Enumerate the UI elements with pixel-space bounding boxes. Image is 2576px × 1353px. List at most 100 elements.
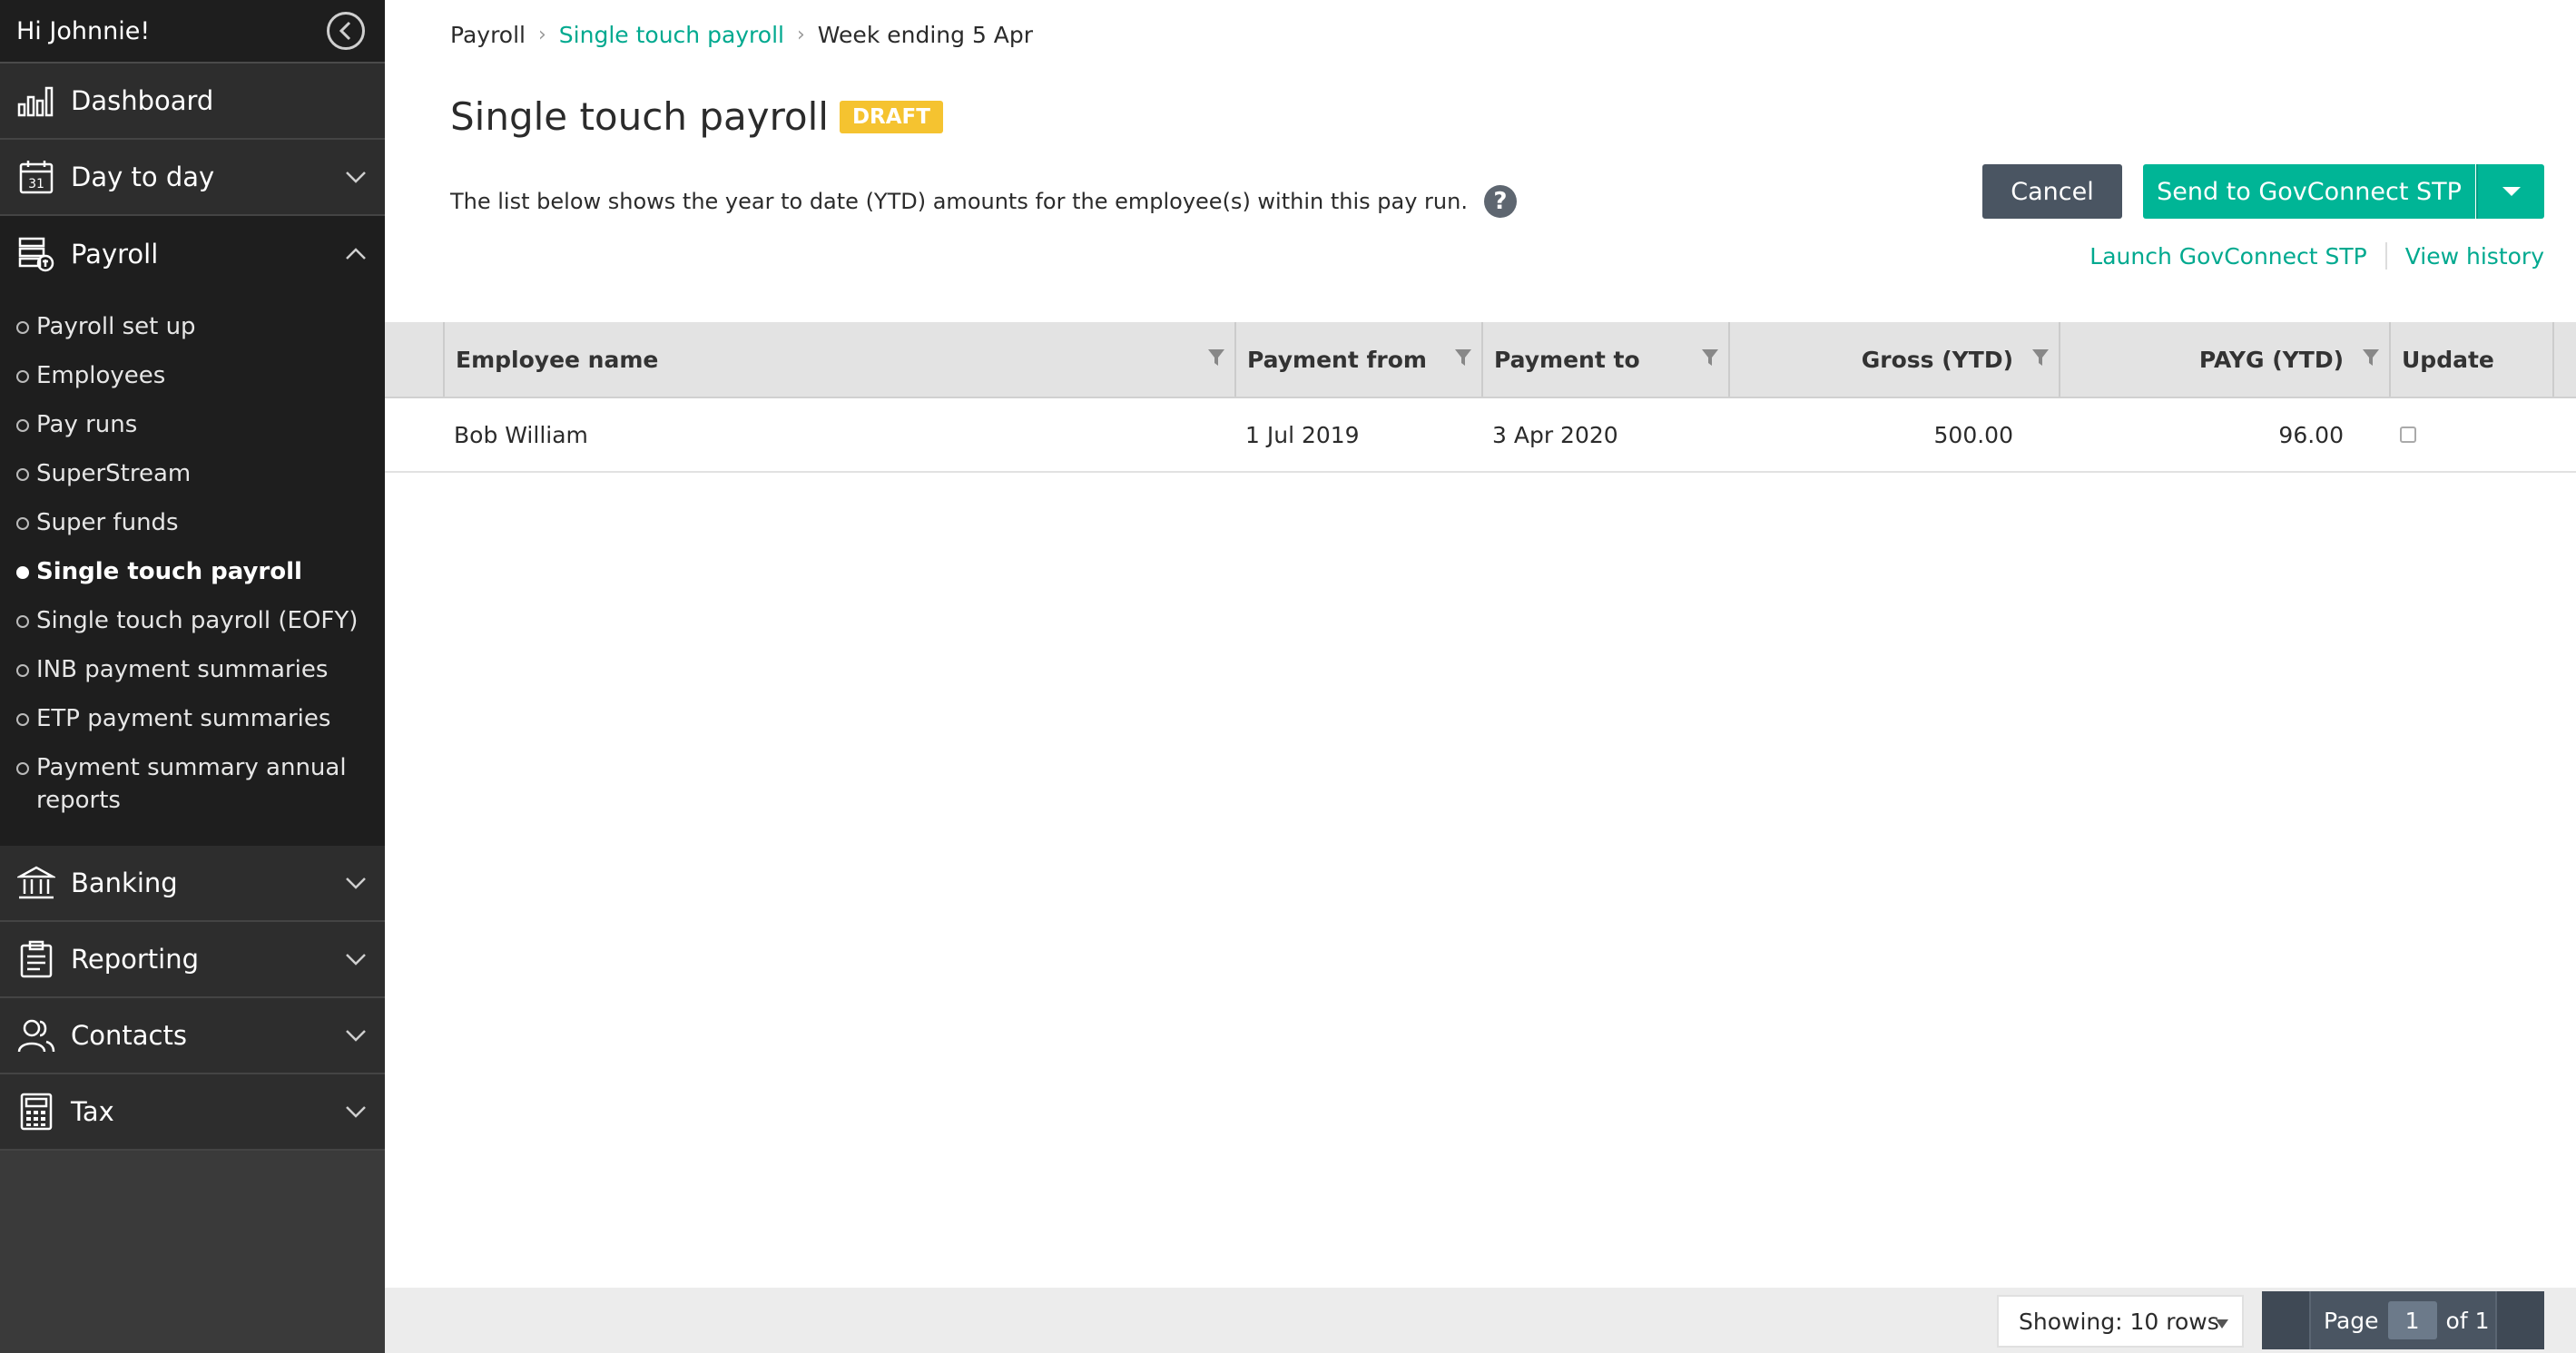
greeting: Hi Johnnie! [16, 16, 151, 45]
calculator-icon [16, 1092, 56, 1132]
bullet-icon [16, 370, 29, 383]
rows-per-page-select[interactable]: Showing: 10 rows [1997, 1295, 2244, 1348]
page-header: Single touch payroll DRAFT [450, 94, 943, 139]
bullet-icon [16, 517, 29, 530]
filter-icon[interactable] [1701, 348, 1719, 368]
breadcrumb-current: Week ending 5 Apr [817, 22, 1034, 48]
column-header-payment-to[interactable]: Payment to [1481, 322, 1728, 397]
sidebar-label-reporting: Reporting [71, 944, 199, 975]
bullet-icon [16, 762, 29, 775]
breadcrumb-link-single-touch-payroll[interactable]: Single touch payroll [559, 22, 784, 48]
sidebar-label-banking: Banking [71, 868, 178, 898]
launch-govconnect-link[interactable]: Launch GovConnect STP [2089, 243, 2366, 270]
sidebar-item-day-to-day[interactable]: 31 Day to day [0, 140, 385, 216]
rows-per-page-value: Showing: 10 rows [2019, 1308, 2219, 1335]
sidebar: Hi Johnnie! Dashboard 31 Day to day Payr… [0, 0, 385, 1353]
payroll-icon [16, 234, 56, 274]
send-options-dropdown-button[interactable] [2476, 164, 2544, 219]
sidebar-subitem-etp-payment-summaries[interactable]: ETP payment summaries [0, 702, 385, 751]
page-total: of 1 [2445, 1307, 2490, 1334]
column-header-payg-ytd[interactable]: PAYG (YTD) [2059, 322, 2389, 397]
sidebar-subitem-inb-payment-summaries[interactable]: INB payment summaries [0, 653, 385, 702]
clipboard-icon [16, 939, 56, 979]
filter-icon[interactable] [1454, 348, 1472, 368]
sidebar-label-tax: Tax [71, 1096, 114, 1127]
bullet-icon [16, 615, 29, 628]
cell-payment-from: 1 Jul 2019 [1245, 421, 1360, 448]
bullet-icon [16, 419, 29, 432]
view-history-link[interactable]: View history [2405, 243, 2544, 270]
sidebar-item-payroll[interactable]: Payroll [0, 216, 385, 292]
caret-down-icon [2216, 1319, 2228, 1328]
sidebar-label-dashboard: Dashboard [71, 85, 214, 116]
chevron-down-icon [343, 1023, 369, 1048]
page-description: The list below shows the year to date (Y… [450, 185, 1517, 218]
bullet-icon [16, 566, 29, 579]
filter-icon[interactable] [2362, 348, 2380, 368]
cell-payment-to: 3 Apr 2020 [1492, 421, 1618, 448]
sidebar-item-dashboard[interactable]: Dashboard [0, 64, 385, 140]
bullet-icon [16, 664, 29, 677]
sidebar-subitem-single-touch-payroll-eofy[interactable]: Single touch payroll (EOFY) [0, 604, 385, 653]
chevron-right-icon: › [796, 24, 805, 46]
svg-text:31: 31 [28, 177, 44, 191]
sidebar-subitem-pay-runs[interactable]: Pay runs [0, 408, 385, 457]
cell-gross-ytd: 500.00 [1933, 421, 2013, 448]
bullet-icon [16, 321, 29, 334]
row-spacer [385, 398, 443, 471]
column-header-payment-from[interactable]: Payment from [1234, 322, 1481, 397]
cell-update [2389, 398, 2554, 471]
chevron-down-icon [343, 164, 369, 190]
bullet-icon [16, 713, 29, 726]
next-page-button[interactable] [2495, 1291, 2544, 1349]
sidebar-subitem-payment-summary-annual-reports[interactable]: Payment summary annual reports [0, 751, 385, 824]
chevron-down-icon [343, 870, 369, 896]
sidebar-header: Hi Johnnie! [0, 0, 385, 64]
column-spacer [385, 322, 443, 397]
employee-ytd-table: Employee name Payment from Payment to Gr… [385, 322, 2576, 473]
column-header-update: Update [2389, 322, 2554, 397]
sidebar-label-day-to-day: Day to day [71, 162, 215, 192]
column-header-employee-name[interactable]: Employee name [443, 322, 1234, 397]
column-header-gross-ytd[interactable]: Gross (YTD) [1728, 322, 2059, 397]
page-title: Single touch payroll [450, 94, 829, 139]
chevron-up-icon [343, 241, 369, 267]
sidebar-item-tax[interactable]: Tax [0, 1074, 385, 1151]
chevron-down-icon [343, 1099, 369, 1124]
bar-chart-icon [16, 81, 56, 121]
page-number-input[interactable]: 1 [2387, 1301, 2437, 1339]
previous-page-button[interactable] [2262, 1291, 2311, 1349]
table-header: Employee name Payment from Payment to Gr… [385, 322, 2576, 398]
send-to-govconnect-button[interactable]: Send to GovConnect STP [2143, 164, 2475, 219]
chevron-left-icon [339, 21, 351, 41]
calendar-icon: 31 [16, 157, 56, 197]
contacts-icon [16, 1015, 56, 1055]
table-footer: Showing: 10 rows Page 1 of 1 [385, 1288, 2576, 1353]
caret-down-icon [2502, 187, 2521, 196]
sidebar-item-contacts[interactable]: Contacts [0, 998, 385, 1074]
cancel-button[interactable]: Cancel [1982, 164, 2122, 219]
divider [2384, 242, 2387, 270]
sidebar-subitem-super-funds[interactable]: Super funds [0, 506, 385, 555]
breadcrumb: Payroll › Single touch payroll › Week en… [450, 22, 1033, 48]
pagination: Page 1 of 1 [2262, 1291, 2544, 1349]
breadcrumb-root[interactable]: Payroll [450, 22, 526, 48]
bank-icon [16, 863, 56, 903]
filter-icon[interactable] [1207, 348, 1225, 368]
filter-icon[interactable] [2031, 348, 2050, 368]
chevron-right-icon: › [537, 24, 546, 46]
help-icon[interactable]: ? [1483, 185, 1517, 218]
collapse-sidebar-button[interactable] [327, 12, 365, 50]
sidebar-subitem-superstream[interactable]: SuperStream [0, 457, 385, 506]
sidebar-label-contacts: Contacts [71, 1020, 187, 1051]
sidebar-subitem-single-touch-payroll[interactable]: Single touch payroll [0, 555, 385, 604]
sidebar-subitem-employees[interactable]: Employees [0, 359, 385, 408]
page-indicator: Page 1 of 1 [2311, 1301, 2489, 1339]
sidebar-item-banking[interactable]: Banking [0, 846, 385, 922]
table-row[interactable]: Bob William 1 Jul 2019 3 Apr 2020 500.00… [385, 398, 2576, 473]
sidebar-item-reporting[interactable]: Reporting [0, 922, 385, 998]
update-checkbox[interactable] [2400, 426, 2416, 443]
secondary-actions: Launch GovConnect STP View history [2089, 242, 2544, 270]
bullet-icon [16, 468, 29, 481]
sidebar-subitem-payroll-set-up[interactable]: Payroll set up [0, 310, 385, 359]
